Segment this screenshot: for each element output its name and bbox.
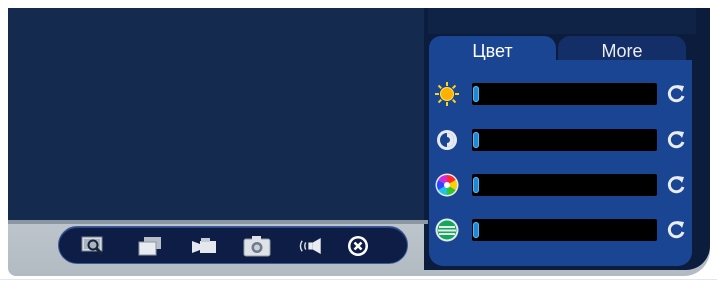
windows-icon bbox=[138, 237, 161, 256]
brightness-reset-button[interactable] bbox=[663, 81, 689, 107]
contrast-slider[interactable] bbox=[472, 129, 657, 151]
sharpness-slider-thumb[interactable] bbox=[473, 222, 479, 238]
contrast-slider-thumb[interactable] bbox=[473, 132, 479, 148]
sharpness-reset-button[interactable] bbox=[663, 217, 689, 243]
zoom-button[interactable] bbox=[79, 231, 109, 261]
camcorder-icon bbox=[192, 238, 216, 253]
saturation-reset-button[interactable] bbox=[663, 172, 689, 198]
brightness-slider-thumb[interactable] bbox=[473, 86, 479, 102]
sharpness-slider[interactable] bbox=[472, 219, 657, 241]
reset-icon bbox=[667, 85, 685, 103]
video-viewport[interactable] bbox=[8, 8, 424, 222]
reset-icon bbox=[667, 176, 685, 194]
camera-icon bbox=[243, 236, 271, 257]
zoom-icon bbox=[81, 236, 104, 256]
contrast-reset-button[interactable] bbox=[663, 127, 689, 153]
saturation-slider[interactable] bbox=[472, 174, 657, 196]
right-frame-top bbox=[428, 8, 696, 34]
striped-circle-icon bbox=[435, 218, 459, 242]
color-wheel-icon bbox=[435, 173, 459, 197]
audio-button[interactable] bbox=[296, 231, 326, 261]
brightness-slider[interactable] bbox=[472, 83, 657, 105]
reset-icon bbox=[667, 221, 685, 239]
audio-icon bbox=[299, 238, 321, 254]
saturation-slider-thumb[interactable] bbox=[473, 177, 479, 193]
record-button[interactable] bbox=[189, 231, 219, 261]
close-button[interactable] bbox=[343, 231, 373, 261]
contrast-icon bbox=[437, 130, 457, 150]
sharpness-label bbox=[434, 217, 460, 243]
video-border bbox=[8, 220, 428, 224]
brightness-label bbox=[434, 81, 460, 107]
close-icon bbox=[348, 236, 368, 256]
bottom-divider bbox=[0, 279, 717, 280]
snapshot-button[interactable] bbox=[242, 231, 272, 261]
windows-button[interactable] bbox=[135, 231, 165, 261]
contrast-label bbox=[434, 127, 460, 153]
control-toolbar bbox=[58, 226, 408, 264]
sun-icon bbox=[435, 82, 459, 106]
reset-icon bbox=[667, 131, 685, 149]
saturation-label bbox=[434, 172, 460, 198]
